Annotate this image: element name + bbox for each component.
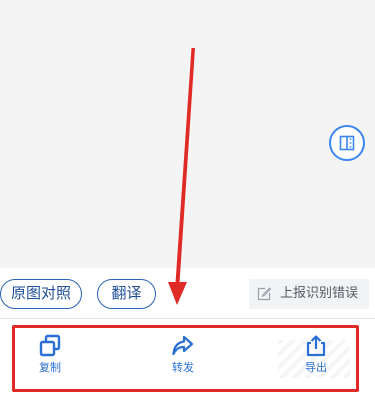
compare-original-button[interactable]: 原图对照 bbox=[0, 279, 82, 309]
report-error-label: 上报识别错误 bbox=[280, 286, 359, 301]
toolbar-highlight-frame bbox=[12, 325, 359, 392]
toolbar-divider bbox=[0, 318, 375, 319]
report-error-button[interactable]: 上报识别错误 bbox=[249, 279, 369, 309]
split-view-icon bbox=[339, 135, 355, 151]
recognized-text-area[interactable] bbox=[0, 0, 375, 268]
ocr-result-screen: 原图对照 翻译 上报识别错误 复制 转发 导出 bbox=[0, 0, 375, 400]
translate-button[interactable]: 翻译 bbox=[97, 279, 156, 309]
edit-note-icon bbox=[257, 287, 271, 301]
split-view-toggle-button[interactable] bbox=[329, 125, 365, 161]
arrow-head bbox=[168, 282, 187, 305]
